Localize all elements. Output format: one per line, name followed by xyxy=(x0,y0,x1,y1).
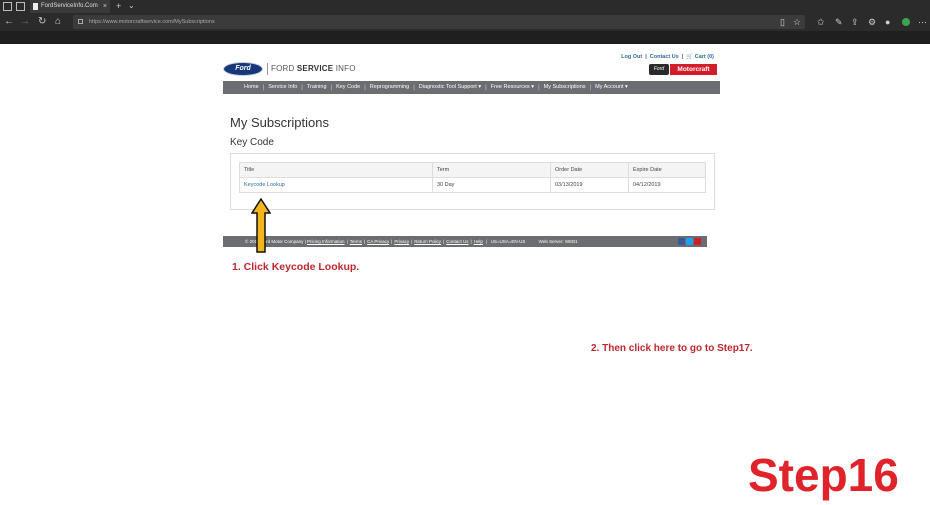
subscriptions-panel: Title Term Order Date Expire Date Keycod… xyxy=(230,153,715,210)
browser-chrome: FordServiceInfo.Com × + ⌄ ← → ↻ ⌂ https:… xyxy=(0,0,930,44)
instruction-2[interactable]: 2. Then click here to go to Step17. xyxy=(591,343,753,354)
facebook-icon[interactable] xyxy=(678,238,685,245)
share-icon[interactable]: ⇪ xyxy=(851,15,859,29)
section-title: Key Code xyxy=(230,137,274,148)
notes-icon[interactable]: ✎ xyxy=(835,15,843,29)
footer-locale[interactable]: US=USA=EN-US xyxy=(491,239,526,244)
column-title: Title xyxy=(239,162,433,178)
footer-link-terms[interactable]: Terms xyxy=(350,239,362,244)
site-brand: FORD SERVICE INFO xyxy=(271,64,356,73)
main-nav: Home | Service Info | Training | Key Code | Repr… xyxy=(223,81,720,94)
favorites-icon[interactable]: ✩ xyxy=(817,15,825,29)
footer-separator: | xyxy=(411,239,413,244)
tab-preview-icon[interactable] xyxy=(16,2,25,11)
footer-link-privacy[interactable]: Privacy xyxy=(394,239,409,244)
nav-item-training[interactable]: Training xyxy=(303,81,331,94)
address-bar[interactable]: https://www.motorcraftservice.com/MySubs… xyxy=(73,15,805,29)
subscriptions-table: Title Term Order Date Expire Date Keycod… xyxy=(239,162,706,193)
contact-link[interactable]: Contact Us xyxy=(650,54,679,60)
cell-order-date: 03/13/2019 xyxy=(550,177,629,193)
youtube-icon[interactable] xyxy=(694,238,701,245)
ford-logo[interactable]: Ford xyxy=(223,62,263,76)
nav-item-my-subscriptions[interactable]: My Subscriptions xyxy=(540,81,590,94)
cart-link[interactable]: Cart (0) xyxy=(695,54,714,60)
nav-item-reprogramming[interactable]: Reprogramming xyxy=(366,81,413,94)
cart-icon[interactable]: 🛒 xyxy=(686,54,693,60)
keycode-lookup-link[interactable]: Keycode Lookup xyxy=(244,182,285,188)
logout-link[interactable]: Log Out xyxy=(621,54,642,60)
footer-link-ca-privacy[interactable]: CA Privacy xyxy=(367,239,389,244)
motorcraft-ford-logo: Ford xyxy=(649,64,669,75)
nav-item-free-resources[interactable]: Free Resources ▾ xyxy=(487,81,538,94)
extension-icon[interactable]: ● xyxy=(885,15,890,29)
footer-link-contact-us[interactable]: Contact Us xyxy=(446,239,468,244)
instruction-1: 1. Click Keycode Lookup. xyxy=(232,261,360,273)
twitter-icon[interactable] xyxy=(686,238,693,245)
tab-title: FordServiceInfo.Com xyxy=(41,3,98,9)
browser-tab[interactable]: FordServiceInfo.Com × xyxy=(30,0,110,13)
footer-link-help[interactable]: Help xyxy=(474,239,483,244)
tab-bar: FordServiceInfo.Com × + ⌄ xyxy=(0,0,930,13)
footer-server: Web Server: WEB1 xyxy=(538,239,578,244)
cell-title: Keycode Lookup xyxy=(239,177,433,193)
motorcraft-logo[interactable]: Motorcraft xyxy=(670,64,717,75)
column-order-date: Order Date xyxy=(550,162,629,178)
refresh-icon[interactable]: ↻ xyxy=(38,15,46,29)
up-arrow-icon xyxy=(251,198,271,253)
browser-toolbar: ← → ↻ ⌂ https://www.motorcraftservice.co… xyxy=(0,13,930,31)
footer-link-pricing-information[interactable]: Pricing Information xyxy=(307,239,345,244)
column-term: Term xyxy=(432,162,551,178)
more-icon[interactable]: ⋯ xyxy=(918,15,927,29)
cell-expire-date: 04/12/2019 xyxy=(628,177,706,193)
url-text: https://www.motorcraftservice.com/MySubs… xyxy=(89,19,215,25)
nav-item-service-info[interactable]: Service Info xyxy=(264,81,301,94)
tab-close-icon[interactable]: × xyxy=(103,0,107,13)
reading-view-icon[interactable]: ▯ xyxy=(780,15,785,29)
home-icon[interactable]: ⌂ xyxy=(55,15,61,29)
footer-link-return-policy[interactable]: Return Policy xyxy=(414,239,441,244)
favorite-star-icon[interactable]: ☆ xyxy=(793,15,801,29)
footer-separator: | xyxy=(346,239,348,244)
footer-separator: | xyxy=(391,239,393,244)
lock-icon xyxy=(78,19,83,24)
cell-term: 30 Day xyxy=(432,177,551,193)
page-title: My Subscriptions xyxy=(230,115,329,130)
footer-separator: | xyxy=(470,239,472,244)
nav-item-home[interactable]: Home xyxy=(240,81,263,94)
brand-divider xyxy=(267,63,268,75)
nav-item-diagnostic-tool-support[interactable]: Diagnostic Tool Support ▾ xyxy=(415,81,485,94)
table-row: Keycode Lookup 30 Day 03/13/2019 04/12/2… xyxy=(239,177,706,193)
tab-actions-icon[interactable] xyxy=(3,2,12,11)
table-header-row: Title Term Order Date Expire Date xyxy=(239,162,706,178)
new-tab-icon[interactable]: + xyxy=(116,0,121,12)
tab-menu-icon[interactable]: ⌄ xyxy=(128,0,135,12)
settings-icon[interactable]: ⚙ xyxy=(868,15,876,29)
nav-item-key-code[interactable]: Key Code xyxy=(332,81,364,94)
site-footer: © 2019 Ford Motor Company | Pricing Info… xyxy=(223,236,707,247)
footer-separator: | xyxy=(363,239,366,244)
page-icon xyxy=(33,3,38,10)
back-icon[interactable]: ← xyxy=(4,15,14,29)
step-label: Step16 xyxy=(748,449,899,501)
footer-separator: | xyxy=(443,239,445,244)
forward-icon[interactable]: → xyxy=(20,15,30,29)
column-expire-date: Expire Date xyxy=(628,162,706,178)
top-links: Log Out | Contact Us | 🛒 Cart (0) xyxy=(621,54,714,60)
nav-item-my-account[interactable]: My Account ▾ xyxy=(591,81,632,94)
extension-status-icon[interactable] xyxy=(902,18,910,26)
